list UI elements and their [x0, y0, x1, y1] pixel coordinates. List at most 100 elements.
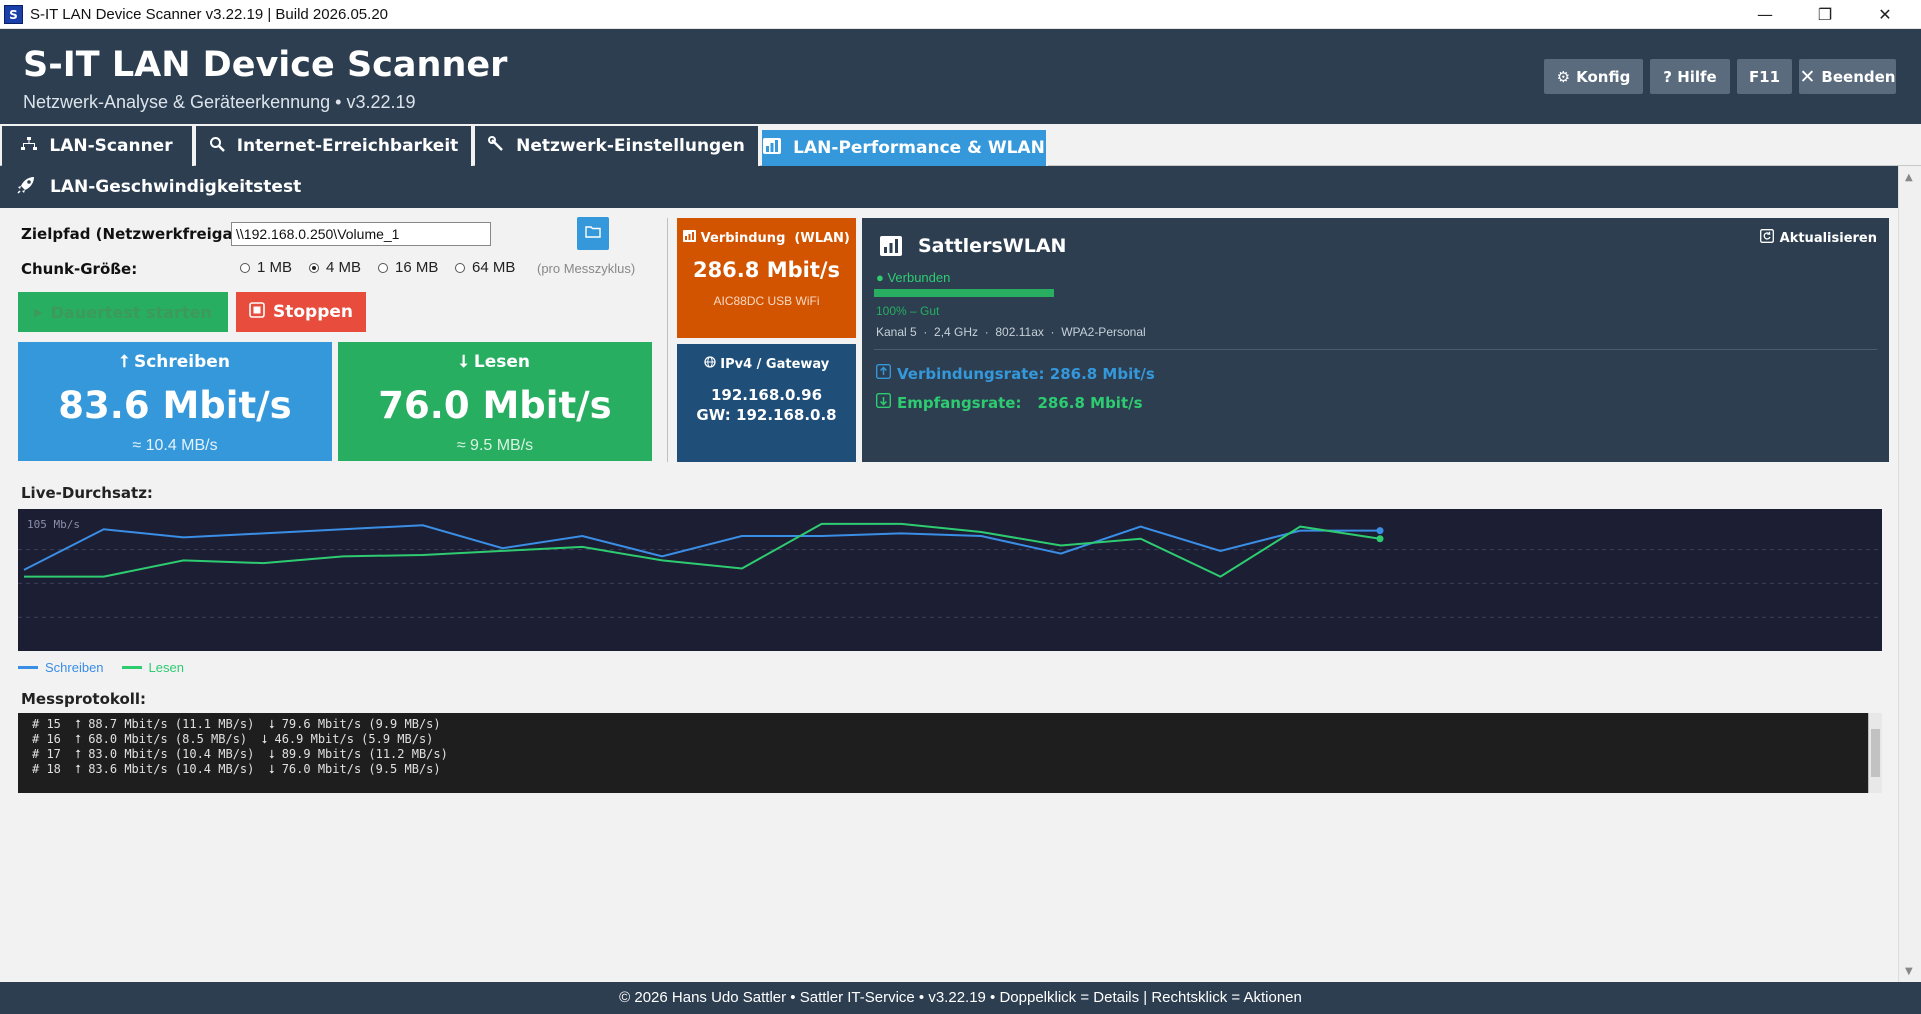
radio-icon — [378, 262, 388, 273]
link-rate: Verbindungsrate: 286.8 Mbit/s — [875, 363, 1155, 383]
ip-caption: IPv4 / Gateway — [677, 356, 856, 372]
close-icon: ✕ — [1799, 65, 1816, 88]
legend-item-read: Lesen — [121, 660, 184, 675]
connection-label: Verbindung (WLAN) — [700, 231, 850, 246]
tab-lan-scanner[interactable]: LAN-Scanner — [2, 126, 194, 166]
signal-strength-bar — [874, 289, 1054, 297]
quit-button[interactable]: ✕ Beenden — [1799, 59, 1896, 94]
chart-icon — [763, 137, 782, 159]
radio-selected-icon — [309, 262, 319, 273]
refresh-icon — [1759, 229, 1774, 247]
tab-lan-performance[interactable]: LAN-Performance & WLAN — [762, 130, 1048, 166]
network-icon — [21, 136, 38, 156]
log-scrollbar[interactable] — [1868, 713, 1882, 793]
gear-icon: ⚙ — [1556, 67, 1571, 86]
stop-icon — [249, 301, 265, 323]
help-button-label: ? Hilfe — [1663, 67, 1717, 86]
read-value: 76.0 Mbit/s — [378, 384, 612, 427]
write-label: Schreiben — [133, 352, 230, 372]
help-button[interactable]: ? Hilfe — [1650, 59, 1730, 94]
stop-button[interactable]: Stoppen — [236, 292, 366, 332]
app-header: S-IT LAN Device Scanner Netzwerk-Analyse… — [0, 29, 1921, 124]
tab-label: Internet-Erreichbarkeit — [236, 136, 459, 156]
chunk-radio-64mb[interactable]: 64 MB — [455, 259, 515, 276]
arrow-up-icon: ⭡ — [120, 352, 129, 372]
refresh-label: Aktualisieren — [1779, 230, 1877, 246]
log-line: # 17 ⭡ 83.0 Mbit/s (10.4 MB/s) ⭣ 89.9 Mb… — [32, 747, 448, 761]
connection-caption: Verbindung (WLAN) — [677, 230, 856, 246]
tab-network-settings[interactable]: Netzwerk-Einstellungen — [475, 126, 760, 166]
legend-label: Lesen — [148, 660, 184, 675]
radio-icon — [240, 262, 250, 273]
series-line-write — [23, 524, 1380, 571]
series-endpoint-read — [1376, 535, 1384, 543]
chunk-size-label: Chunk-Größe: — [21, 260, 138, 278]
throughput-chart: 105 Mb/s — [18, 509, 1882, 651]
chunk-radio-16mb[interactable]: 16 MB — [378, 259, 438, 276]
signal-chart-icon — [880, 236, 902, 261]
log-line: # 18 ⭡ 83.6 Mbit/s (10.4 MB/s) ⭣ 76.0 Mb… — [32, 762, 441, 776]
gateway-address: GW: 192.168.0.8 — [696, 406, 837, 424]
wlan-panel: SattlersWLAN Aktualisieren ● Verbunden 1… — [862, 218, 1889, 462]
radio-icon — [455, 262, 465, 273]
config-button[interactable]: ⚙ Konfig — [1544, 59, 1643, 94]
connection-card: Verbindung (WLAN) 286.8 Mbit/s AIC88DC U… — [677, 218, 856, 338]
legend-swatch — [121, 666, 142, 669]
divider — [874, 349, 1877, 350]
app-title: S-IT LAN Device Scanner — [23, 45, 508, 85]
signal-strength-fill — [874, 289, 1054, 297]
search-icon — [209, 136, 225, 157]
connection-value: 286.8 Mbit/s — [692, 258, 841, 282]
log-line: # 15 ⭡ 88.7 Mbit/s (11.1 MB/s) ⭣ 79.6 Mb… — [32, 717, 441, 731]
scroll-down-icon[interactable]: ▼ — [1905, 966, 1913, 977]
app-icon: S — [4, 5, 23, 24]
chart-legend: Schreiben Lesen — [18, 660, 184, 675]
download-icon — [875, 392, 892, 412]
config-button-label: Konfig — [1576, 67, 1631, 86]
tab-label: LAN-Scanner — [49, 136, 173, 156]
chunk-radio-4mb[interactable]: 4 MB — [309, 259, 361, 276]
quit-button-label: Beenden — [1821, 67, 1896, 86]
radio-label: 64 MB — [472, 259, 516, 276]
legend-item-write: Schreiben — [18, 660, 104, 675]
legend-label: Schreiben — [45, 660, 104, 675]
receive-rate-value: 286.8 Mbit/s — [1037, 393, 1143, 412]
radio-label: 1 MB — [257, 259, 293, 276]
fullscreen-button[interactable]: F11 — [1737, 59, 1792, 94]
section-header: LAN-Geschwindigkeitstest — [0, 166, 1898, 208]
page-scrollbar[interactable]: ▲ ▼ — [1898, 166, 1921, 982]
close-button[interactable]: ✕ — [1855, 0, 1915, 29]
y-axis-max-label: 105 Mb/s — [27, 518, 80, 531]
legend-swatch — [18, 666, 38, 669]
series-line-read — [24, 522, 1381, 578]
radio-label: 16 MB — [395, 259, 439, 276]
read-label: Lesen — [473, 352, 531, 372]
maximize-button[interactable]: ❐ — [1795, 0, 1855, 29]
wrench-icon — [488, 135, 504, 157]
ipv4-address: 192.168.0.96 — [710, 386, 823, 404]
read-speed-card: ⭣ Lesen 76.0 Mbit/s ≈ 9.5 MB/s — [338, 342, 652, 461]
chart-icon — [683, 230, 701, 246]
scroll-up-icon[interactable]: ▲ — [1905, 172, 1913, 183]
write-sub: ≈ 10.4 MB/s — [132, 437, 218, 454]
browse-folder-button[interactable] — [577, 217, 609, 250]
minimize-button[interactable]: — — [1735, 0, 1795, 29]
log-scrollbar-thumb[interactable] — [1871, 729, 1880, 777]
tab-internet-reachability[interactable]: Internet-Erreichbarkeit — [196, 126, 473, 166]
ip-label: IPv4 / Gateway — [720, 357, 830, 372]
rocket-icon — [16, 175, 36, 200]
arrow-down-icon: ⭣ — [459, 352, 468, 372]
section-title: LAN-Geschwindigkeitstest — [50, 177, 302, 197]
throughput-chart-svg: 105 Mb/s — [18, 518, 1882, 618]
read-caption: ⭣ Lesen — [338, 352, 652, 372]
write-speed-card: ⭡ Schreiben 83.6 Mbit/s ≈ 10.4 MB/s — [18, 342, 332, 461]
divider — [667, 218, 668, 462]
path-input[interactable]: \\192.168.0.250\Volume_1 — [231, 222, 491, 246]
refresh-button[interactable]: Aktualisieren — [1759, 229, 1877, 247]
wlan-details: Kanal 5 · 2,4 GHz · 802.11ax · WPA2-Pers… — [876, 325, 1146, 339]
start-test-button[interactable]: ▶ Dauertest starten — [18, 292, 228, 332]
series-endpoint-write — [1376, 527, 1384, 535]
receive-rate: Empfangsrate: 286.8 Mbit/s — [875, 392, 1143, 412]
measurement-log[interactable]: # 15 ⭡ 88.7 Mbit/s (11.1 MB/s) ⭣ 79.6 Mb… — [18, 713, 1882, 793]
chunk-radio-1mb[interactable]: 1 MB — [240, 259, 292, 276]
